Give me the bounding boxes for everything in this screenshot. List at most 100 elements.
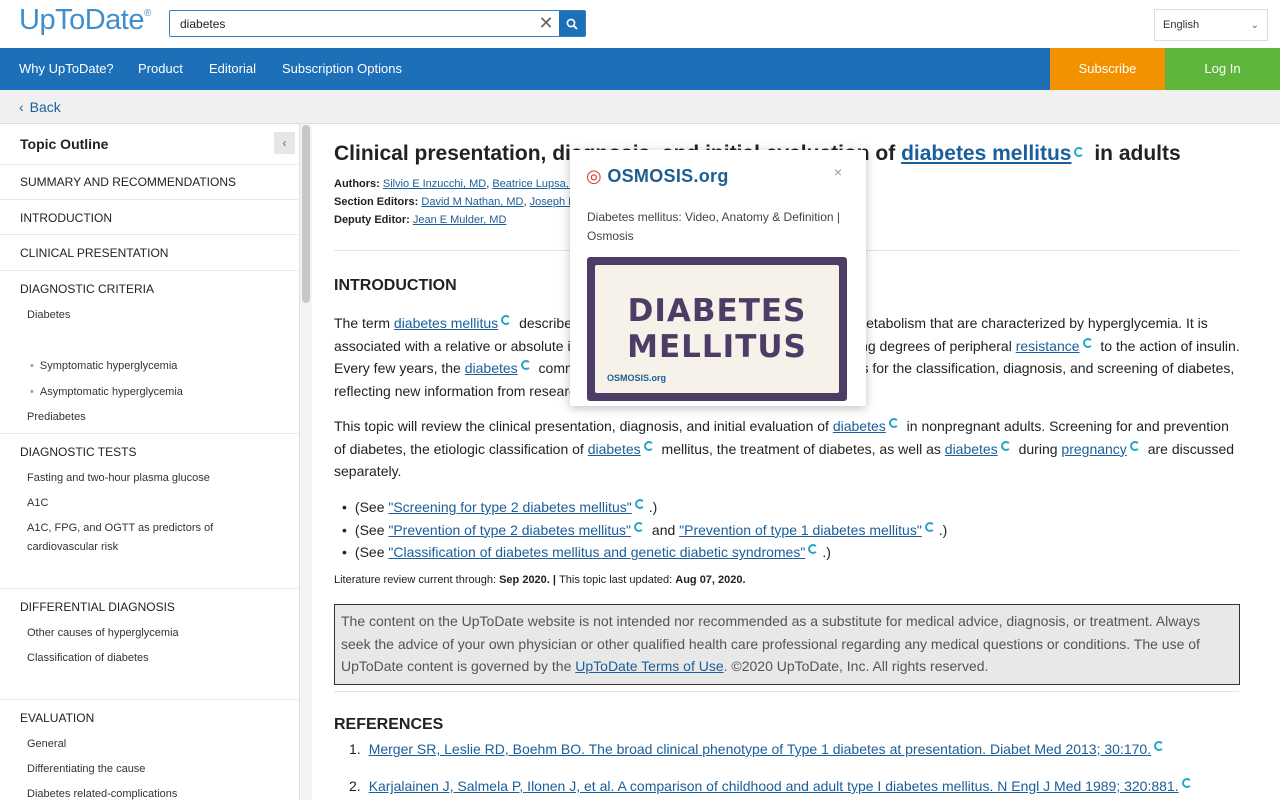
graphic-indicator-icon[interactable] xyxy=(1074,147,1085,157)
link-diabetes-mellitus[interactable]: diabetes mellitus xyxy=(394,315,498,331)
outline-differentiating[interactable]: Differentiating the cause xyxy=(27,763,145,775)
disclaimer-box: The content on the UpToDate website is n… xyxy=(334,604,1240,685)
outline-a1c[interactable]: A1C xyxy=(27,497,48,509)
search-button[interactable] xyxy=(559,11,585,36)
link-diabetes[interactable]: diabetes xyxy=(945,441,998,457)
chevron-down-icon: ⌄ xyxy=(1250,19,1259,31)
divider xyxy=(0,433,298,434)
outline-differential[interactable]: DIFFERENTIAL DIAGNOSIS xyxy=(20,600,175,614)
divider xyxy=(0,164,298,165)
graphic-indicator-icon[interactable] xyxy=(501,315,512,325)
graphic-indicator-icon[interactable] xyxy=(924,521,935,532)
login-button[interactable]: Log In xyxy=(1165,48,1280,90)
outline-introduction[interactable]: INTRODUCTION xyxy=(20,211,112,225)
outline-a1c-fpg-line1[interactable]: A1C, FPG, and OGTT as predictors of xyxy=(27,522,213,534)
divider xyxy=(0,234,298,235)
list-item: (See "Screening for type 2 diabetes mell… xyxy=(342,496,947,519)
thumbnail-brand: OSMOSIS.org xyxy=(607,373,667,383)
sidebar-scrollbar-thumb[interactable] xyxy=(302,125,310,303)
clear-search-icon[interactable]: ✕ xyxy=(533,11,559,36)
main-nav: Why UpToDate? Product Editorial Subscrip… xyxy=(0,48,1280,90)
list-item: (See "Prevention of type 2 diabetes mell… xyxy=(342,519,947,542)
nav-subscription-options[interactable]: Subscription Options xyxy=(282,48,402,90)
graphic-indicator-icon[interactable] xyxy=(888,418,899,428)
reference-link[interactable]: Karjalainen J, Salmela P, Ilonen J, et a… xyxy=(369,778,1179,794)
outline-evaluation[interactable]: EVALUATION xyxy=(20,711,94,725)
list-item: (See "Classification of diabetes mellitu… xyxy=(342,541,947,564)
outline-asymptomatic[interactable]: Asymptomatic hyperglycemia xyxy=(30,386,183,398)
graphic-indicator-icon[interactable] xyxy=(1181,778,1192,788)
link-prevention-type2[interactable]: "Prevention of type 2 diabetes mellitus" xyxy=(388,522,631,538)
link-diabetes[interactable]: diabetes xyxy=(465,360,518,376)
link-classification[interactable]: "Classification of diabetes mellitus and… xyxy=(388,544,805,560)
link-diabetes[interactable]: diabetes xyxy=(588,441,641,457)
back-link[interactable]: ‹ Back xyxy=(19,99,61,115)
nav-product[interactable]: Product xyxy=(138,48,183,90)
terms-of-use-link[interactable]: UpToDate Terms of Use xyxy=(575,658,723,674)
link-resistance[interactable]: resistance xyxy=(1016,338,1080,354)
graphic-indicator-icon[interactable] xyxy=(1082,337,1093,348)
link-diabetes[interactable]: diabetes xyxy=(833,418,886,434)
uptodate-logo[interactable]: UpToDate® xyxy=(19,4,151,37)
link-screening-type2[interactable]: "Screening for type 2 diabetes mellitus" xyxy=(388,499,631,515)
graphic-indicator-icon[interactable] xyxy=(634,499,645,509)
introduction-heading: INTRODUCTION xyxy=(334,277,457,294)
title-link-diabetes-mellitus[interactable]: diabetes mellitus xyxy=(901,142,1071,165)
graphic-indicator-icon[interactable] xyxy=(1129,440,1140,451)
outline-diagnostic-criteria[interactable]: DIAGNOSTIC CRITERIA xyxy=(20,282,154,296)
graphic-indicator-icon[interactable] xyxy=(1000,440,1011,451)
outline-a1c-fpg-line2[interactable]: cardiovascular risk xyxy=(27,541,118,553)
link-pregnancy[interactable]: pregnancy xyxy=(1061,441,1126,457)
thumbnail-title-line1: DIABETES xyxy=(627,293,807,329)
intro-paragraph-2: This topic will review the clinical pres… xyxy=(334,418,1235,480)
deputy-editor-link[interactable]: Jean E Mulder, MD xyxy=(413,214,507,226)
divider xyxy=(0,699,298,700)
popup-description: Diabetes mellitus: Video, Anatomy & Defi… xyxy=(587,210,841,243)
graphic-indicator-icon[interactable] xyxy=(520,360,531,371)
nav-why-uptodate[interactable]: Why UpToDate? xyxy=(19,48,114,90)
reference-link[interactable]: Merger SR, Leslie RD, Boehm BO. The broa… xyxy=(369,741,1151,757)
outline-classification[interactable]: Classification of diabetes xyxy=(27,652,149,664)
language-label: English xyxy=(1163,19,1200,31)
editor-link[interactable]: David M Nathan, MD xyxy=(421,196,523,208)
outline-complications[interactable]: Diabetes related-complications xyxy=(27,788,177,800)
deputy-editor-line: Deputy Editor: Jean E Mulder, MD xyxy=(334,214,507,226)
collapse-sidebar-button[interactable]: ‹ xyxy=(274,132,295,154)
osmosis-popup: ◎ OSMOSIS.org × Diabetes mellitus: Video… xyxy=(570,150,866,406)
divider xyxy=(0,588,298,589)
language-select[interactable]: English ⌄ xyxy=(1154,9,1268,41)
back-bar: ‹ Back xyxy=(0,90,1280,124)
authors-line: Authors: Silvio E Inzucchi, MD, Beatrice… xyxy=(334,178,589,190)
search-icon xyxy=(566,18,578,30)
chevron-left-icon: ‹ xyxy=(19,99,24,115)
topic-outline-sidebar: Topic Outline ‹ SUMMARY AND RECOMMENDATI… xyxy=(0,124,300,800)
outline-diabetes[interactable]: Diabetes xyxy=(27,309,70,321)
divider xyxy=(334,691,1239,692)
thumbnail-title-line2: MELLITUS xyxy=(627,329,807,365)
author-link[interactable]: Silvio E Inzucchi, MD xyxy=(383,178,486,190)
link-prevention-type1[interactable]: "Prevention of type 1 diabetes mellitus" xyxy=(679,522,922,538)
subscribe-button[interactable]: Subscribe xyxy=(1050,48,1165,90)
graphic-indicator-icon[interactable] xyxy=(808,544,819,555)
see-also-list: (See "Screening for type 2 diabetes mell… xyxy=(342,496,947,564)
outline-fasting[interactable]: Fasting and two-hour plasma glucose xyxy=(27,472,210,484)
back-label: Back xyxy=(29,99,61,115)
outline-prediabetes[interactable]: Prediabetes xyxy=(27,411,86,423)
outline-clinical-presentation[interactable]: CLINICAL PRESENTATION xyxy=(20,246,168,260)
references-heading: REFERENCES xyxy=(334,716,444,733)
nav-editorial[interactable]: Editorial xyxy=(209,48,256,90)
outline-symptomatic[interactable]: Symptomatic hyperglycemia xyxy=(30,360,178,372)
reference-item: 2. Karjalainen J, Salmela P, Ilonen J, et… xyxy=(349,778,1196,794)
outline-title: Topic Outline xyxy=(20,136,109,152)
search-input[interactable] xyxy=(170,11,533,36)
outline-summary[interactable]: SUMMARY AND RECOMMENDATIONS xyxy=(20,175,236,189)
outline-general[interactable]: General xyxy=(27,738,66,750)
outline-other-causes[interactable]: Other causes of hyperglycemia xyxy=(27,627,179,639)
graphic-indicator-icon[interactable] xyxy=(634,521,645,532)
outline-diagnostic-tests[interactable]: DIAGNOSTIC TESTS xyxy=(20,445,136,459)
close-icon[interactable]: × xyxy=(834,164,842,180)
graphic-indicator-icon[interactable] xyxy=(643,440,654,451)
reference-item: 1. Merger SR, Leslie RD, Boehm BO. The br… xyxy=(349,741,1168,757)
video-thumbnail[interactable]: DIABETES MELLITUS OSMOSIS.org xyxy=(587,257,847,401)
graphic-indicator-icon[interactable] xyxy=(1154,741,1165,751)
